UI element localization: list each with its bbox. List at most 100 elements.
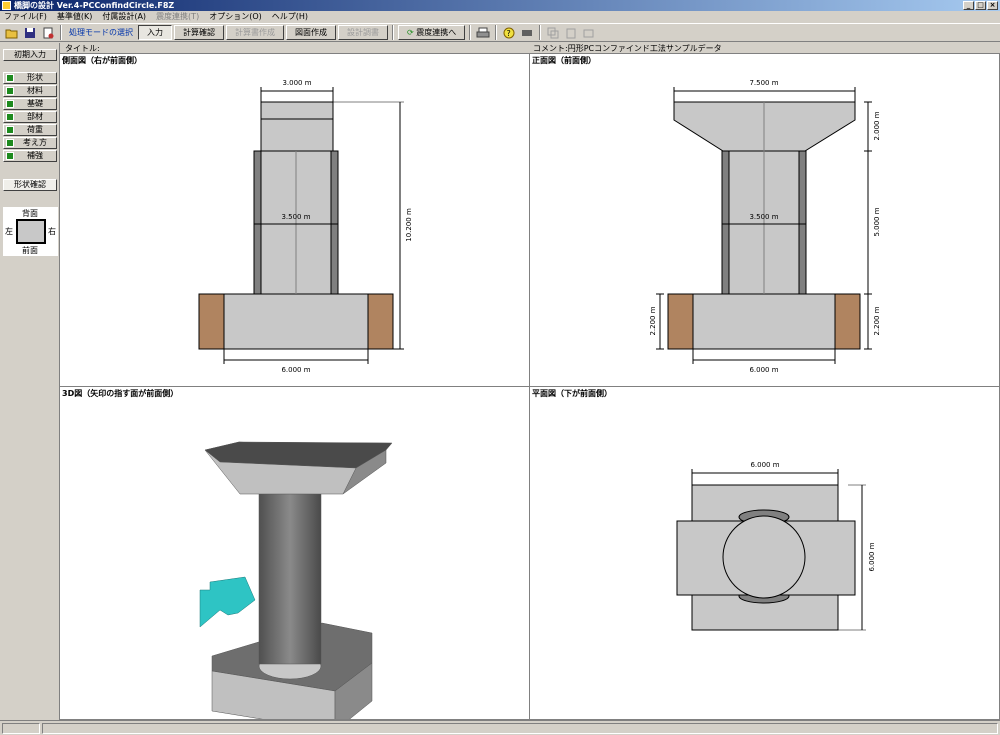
plan-view-drawing: 6.000 m 6.000 m [676,461,876,631]
column-edge-right [798,150,807,295]
sidebar-item-label: 荷重 [27,125,43,134]
side-height-label: 10.200 m [405,208,413,242]
toolbar-separator [539,25,542,40]
sidebar-item-label: 補強 [27,151,43,160]
orientation-back-label: 背面 [22,209,38,218]
footing [223,293,369,350]
front-column-height-label: 5.000 m [873,207,881,236]
check-icon [6,139,14,147]
svg-text:?: ? [507,29,511,38]
check-icon [6,126,14,134]
paste-disabled-icon[interactable] [563,25,579,40]
menu-file[interactable]: ファイル(F) [4,11,47,23]
initial-input-button[interactable]: 初期入力 [3,49,57,61]
beam [260,101,334,152]
input-mode-button[interactable]: 入力 [138,25,172,40]
check-icon [6,74,14,82]
view3d-drawing [199,441,393,719]
menu-bar: ファイル(F) 基準値(K) 付属設計(A) 震度連携(T) オプション(O) … [0,11,1000,23]
calc-report-button[interactable]: 計算書作成 [226,25,284,40]
open-folder-icon[interactable] [4,25,20,40]
calc-check-button[interactable]: 計算確認 [174,25,224,40]
file-settings-icon[interactable] [40,25,56,40]
front-direction-arrow [199,576,256,628]
column-3d [258,491,322,665]
close-button[interactable]: × [987,1,998,10]
side-mid-width-label: 3.500 m [281,213,310,221]
toolbar-separator [392,25,394,40]
maximize-button[interactable]: □ [975,1,986,10]
sidebar-item-member[interactable]: 部材 [3,111,57,123]
seismic-link-label: 震度連携へ [416,28,457,37]
sidebar-item-label: 形状 [27,73,43,82]
export-disabled-icon[interactable] [581,25,597,40]
side-view-pane[interactable]: 側面図（右が前面側） 3.000 m 3.500 m 6.000 m 10.20… [60,54,530,387]
menu-standards[interactable]: 基準値(K) [57,11,93,23]
main-area: タイトル: コメント:円形PCコンファインド工法サンプルデータ 側面図（右が前面… [60,43,1000,720]
front-mid-width-label: 3.500 m [749,213,778,221]
menu-options[interactable]: オプション(O) [209,11,262,23]
mode-select-label: 処理モードの選択 [69,28,133,37]
soil-right [367,293,394,350]
sidebar-item-approach[interactable]: 考え方 [3,137,57,149]
column-edge-left [721,150,730,295]
save-icon[interactable] [22,25,38,40]
refresh-icon: ⟳ [407,28,417,37]
design-report-button[interactable]: 設計調書 [338,25,388,40]
toolbar-separator [469,25,472,40]
sidebar-item-foundation[interactable]: 基礎 [3,98,57,110]
shape-check-button[interactable]: 形状確認 [3,179,57,191]
toolbar: 処理モードの選択 入力 計算確認 計算書作成 図面作成 設計調書 ⟳ 震度連携へ… [0,23,1000,42]
side-view-drawing: 3.000 m 3.500 m 6.000 m 10.200 m [198,79,413,374]
help-icon[interactable]: ? [501,25,517,40]
sidebar-item-reinforcement[interactable]: 補強 [3,150,57,162]
seismic-link-button[interactable]: ⟳ 震度連携へ [398,25,466,40]
plan-side-height-label: 6.000 m [868,542,876,571]
front-view-pane[interactable]: 正面図（前面側） 7.500 m 3.500 m 6.000 m 2.000 m… [530,54,1000,387]
title-label: タイトル: [65,44,100,53]
title-bar: 橋脚の設計 Ver.4-PCConfindCircle.F8Z _ □ × [0,0,1000,11]
sidebar-item-shape[interactable]: 形状 [3,72,57,84]
toolbar-separator [495,25,498,40]
window-title: 橋脚の設計 Ver.4-PCConfindCircle.F8Z [14,1,175,10]
window-icon[interactable] [519,25,535,40]
orientation-right-label: 右 [48,227,56,236]
front-view-drawing: 7.500 m 3.500 m 6.000 m 2.000 m 5.000 m … [649,79,881,374]
sidebar-item-label: 材料 [27,86,43,95]
sidebar-item-material[interactable]: 材料 [3,85,57,97]
view3d-pane[interactable]: 3D図（矢印の指す面が前面側） [60,387,530,720]
front-view-title: 正面図（前面側） [532,56,596,65]
sidebar-item-label: 考え方 [23,138,47,147]
soil-left [198,293,225,350]
status-panel [42,723,998,734]
comment-label: コメント:円形PCコンファインド工法サンプルデータ [533,44,722,53]
status-bar [0,720,1000,735]
menu-seismic-link[interactable]: 震度連携(T) [156,11,199,23]
sidebar-item-label: 基礎 [27,99,43,108]
sidebar-item-load[interactable]: 荷重 [3,124,57,136]
footing [692,293,836,350]
title-comment-row: タイトル: コメント:円形PCコンファインド工法サンプルデータ [60,43,1000,54]
side-top-width-label: 3.000 m [282,79,311,87]
sidebar: 初期入力 形状 材料 基礎 部材 荷重 考え方 補強 形状確認 背面 左 右 前… [0,43,60,720]
check-icon [6,87,14,95]
sidebar-item-label: 部材 [27,112,43,121]
front-footing-height-left-label: 2.200 m [649,306,657,335]
column-edge-left [253,150,262,295]
plan-column [722,515,806,599]
orientation-diagram: 背面 左 右 前面 [3,207,58,256]
status-panel [2,723,40,734]
side-footing-width-label: 6.000 m [281,366,310,374]
front-footing-width-label: 6.000 m [749,366,778,374]
menu-attached-design[interactable]: 付属設計(A) [102,11,146,23]
front-top-width-label: 7.500 m [749,79,778,87]
plan-view-pane[interactable]: 平面図（下が前面側） 6.000 m 6.000 m [530,387,1000,720]
check-icon [6,100,14,108]
drawing-button[interactable]: 図面作成 [286,25,336,40]
copy-disabled-icon[interactable] [545,25,561,40]
print-icon[interactable] [475,25,491,40]
check-icon [6,152,14,160]
menu-help[interactable]: ヘルプ(H) [272,11,308,23]
app-icon [2,1,11,10]
minimize-button[interactable]: _ [963,1,974,10]
